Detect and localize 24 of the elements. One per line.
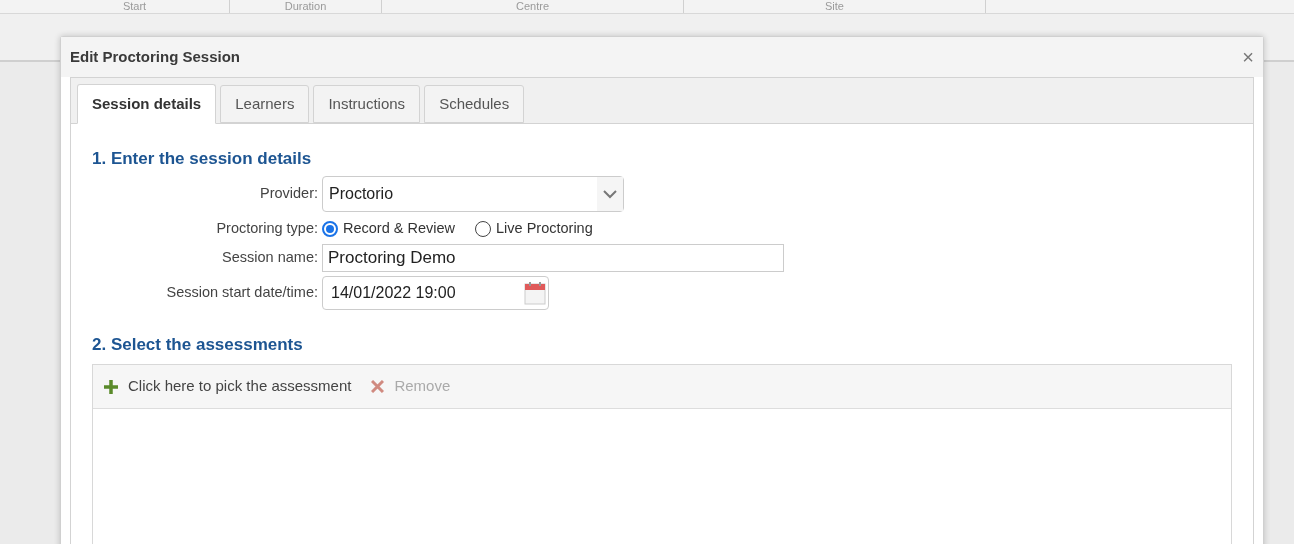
radio-label: Record & Review xyxy=(343,219,455,239)
date-time-field[interactable]: 14/01/2022 19:00 xyxy=(322,276,549,310)
chevron-down-icon xyxy=(597,177,623,211)
radio-button[interactable] xyxy=(322,221,338,237)
radio-label: Live Proctoring xyxy=(496,219,593,239)
session-name-field[interactable]: Proctoring Demo xyxy=(322,244,784,272)
field-label: Session name: xyxy=(221,248,318,268)
field-label: Proctoring type: xyxy=(215,219,318,239)
tab[interactable]: Learners xyxy=(220,85,310,123)
tab[interactable]: Schedules xyxy=(424,85,525,123)
section-heading: 1. Enter the session details xyxy=(92,148,313,170)
dropdown-value: Proctorio xyxy=(329,184,394,204)
section-heading: 2. Select the assessments xyxy=(92,334,304,356)
close-button[interactable]: × xyxy=(1242,47,1254,67)
dialog-title: Edit Proctoring Session xyxy=(70,46,241,67)
tab[interactable]: Instructions xyxy=(313,85,421,123)
close-icon xyxy=(371,380,385,393)
field-label: Provider: xyxy=(258,184,318,204)
provider-dropdown[interactable]: Proctorio xyxy=(322,176,624,212)
calendar-icon[interactable] xyxy=(524,281,546,305)
pick-assessment-button[interactable]: Click here to pick the assessment xyxy=(104,375,352,398)
plus-icon xyxy=(104,379,118,394)
tab[interactable]: Session details xyxy=(77,84,217,124)
field-label: Session start date/time: xyxy=(165,283,318,303)
